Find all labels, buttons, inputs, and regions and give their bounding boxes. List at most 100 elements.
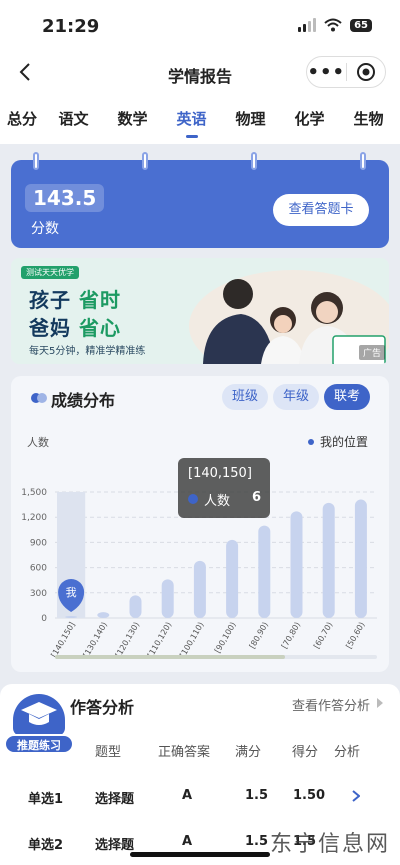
ad-headline-2b: 省心	[78, 316, 121, 340]
bar[interactable]	[65, 616, 78, 618]
bar[interactable]	[354, 499, 367, 618]
binder-ring	[33, 152, 39, 170]
ad-headline-2a: 爸妈	[29, 316, 71, 340]
y-tick-label: 1,500	[21, 488, 47, 498]
chart-tooltip: [140,150] 人数 6	[178, 458, 270, 518]
column-header-score: 得分	[292, 745, 319, 760]
column-header-answer: 正确答案	[158, 745, 211, 760]
tab-chemistry[interactable]: 化学	[280, 96, 339, 144]
row-question-name: 单选1	[28, 792, 64, 807]
view-analysis-link[interactable]: 查看作答分析	[292, 695, 370, 714]
column-header-type: 题型	[95, 745, 122, 760]
x-tick-label: [70,80)	[280, 621, 302, 651]
home-indicator	[130, 852, 270, 857]
tab-biology[interactable]: 生物	[339, 96, 398, 144]
column-header-full-score: 满分	[235, 745, 262, 760]
score-card: 143.5 分数 查看答题卡	[11, 152, 389, 248]
bar[interactable]	[129, 595, 142, 618]
bar[interactable]	[97, 612, 110, 618]
mini-program-capsule: •••	[306, 56, 386, 88]
row-full-score: 1.5	[245, 834, 269, 849]
y-tick-label: 300	[30, 589, 47, 599]
status-icons: 65	[298, 18, 372, 32]
target-icon	[356, 63, 375, 81]
scope-grade-button[interactable]: 年级	[273, 384, 319, 410]
x-tick-label: [80,90)	[248, 621, 270, 651]
ad-headline-2: 爸妈 省心	[29, 312, 121, 341]
row-full-score: 1.5	[245, 788, 269, 803]
bar[interactable]	[258, 525, 271, 618]
row-question-name: 单选2	[28, 838, 64, 853]
binder-ring	[251, 152, 257, 170]
x-tick-label: [140,150]	[49, 621, 76, 660]
row-question-type: 选择题	[95, 792, 135, 807]
tab-chinese[interactable]: 语文	[44, 96, 103, 144]
tooltip-title: [140,150]	[188, 466, 252, 481]
close-button[interactable]	[346, 62, 385, 82]
ad-label: 广告	[358, 345, 385, 360]
practice-label: 推题练习	[4, 734, 74, 754]
row-correct-answer: A	[182, 834, 193, 849]
y-tick-labels: 0 300 600 900 1,200 1,500	[21, 488, 47, 624]
y-axis-label: 人数	[27, 436, 49, 449]
chart-scrollbar-thumb[interactable]	[55, 655, 285, 659]
tab-english[interactable]: 英语	[162, 96, 221, 144]
scope-class-button[interactable]: 班级	[222, 384, 268, 410]
scope-joint-exam-button[interactable]: 联考	[324, 384, 370, 410]
signal-icon	[298, 18, 317, 32]
ad-brand-tag: 测试天天优学	[21, 266, 79, 279]
ad-banner[interactable]: 测试天天优学 孩子 省时 爸妈 省心 每天5分钟，精准学精准练 广告	[11, 258, 389, 364]
status-bar: 21:29 65	[0, 0, 400, 50]
battery-icon: 65	[350, 18, 372, 32]
legend-dot	[308, 439, 314, 445]
score-value: 143.5	[33, 186, 97, 210]
x-tick-label: [90,100)	[213, 621, 238, 655]
chevron-right-icon	[377, 698, 383, 708]
binder-ring	[142, 152, 148, 170]
distribution-title: 成绩分布	[51, 391, 116, 410]
x-tick-label: [60,70)	[312, 621, 334, 651]
x-tick-label: [110,120)	[146, 621, 173, 660]
ad-headline-1b: 省时	[78, 288, 121, 312]
tab-math[interactable]: 数学	[103, 96, 162, 144]
legend-my-position: 我的位置	[320, 434, 368, 449]
y-tick-label: 0	[41, 614, 47, 624]
nav-bar: 学情报告 •••	[0, 50, 400, 96]
score-label: 分数	[31, 221, 59, 237]
bar[interactable]	[161, 579, 174, 618]
practice-float-button[interactable]: 推题练习	[4, 694, 74, 756]
row-question-type: 选择题	[95, 838, 135, 853]
tooltip-series-dot	[188, 494, 198, 504]
binder-ring	[360, 152, 366, 170]
subject-tabs: 总分 语文 数学 英语 物理 化学 生物	[0, 96, 400, 144]
score-distribution-card: 成绩分布 班级 年级 联考 人数 我的位置 [140,150] [130,140)…	[11, 376, 389, 672]
graduation-cap-icon	[21, 702, 57, 725]
ad-headline-1a: 孩子	[29, 288, 71, 312]
ad-headline-1: 孩子 省时	[29, 284, 121, 313]
row-detail-chevron-icon[interactable]	[352, 790, 360, 802]
x-tick-label: [130,140)	[82, 621, 109, 660]
x-tick-labels: [140,150] [130,140) [120,130) [110,120) [100…	[49, 621, 366, 660]
row-score: 1.50	[293, 788, 326, 803]
ad-subtitle: 每天5分钟，精准学精准练	[29, 346, 146, 357]
row-correct-answer: A	[182, 788, 193, 803]
view-answer-card-button[interactable]: 查看答题卡	[273, 194, 369, 226]
bar[interactable]	[322, 502, 335, 618]
x-tick-label: [120,130)	[114, 621, 141, 660]
x-tick-label: [50,60)	[344, 621, 366, 651]
tooltip-series-name: 人数	[204, 494, 231, 509]
more-button[interactable]: •••	[307, 62, 346, 83]
status-time: 21:29	[42, 16, 100, 37]
tooltip-value: 6	[252, 490, 262, 505]
watermark: 东宁信息网	[269, 832, 390, 857]
distribution-icon	[31, 393, 47, 403]
practice-badge-circle	[13, 694, 65, 736]
tab-physics[interactable]: 物理	[221, 96, 280, 144]
bar[interactable]	[226, 539, 239, 618]
wifi-icon	[324, 18, 342, 32]
tab-total[interactable]: 总分	[0, 96, 44, 144]
y-tick-label: 1,200	[21, 513, 47, 523]
my-marker-label: 我	[66, 586, 77, 599]
bar[interactable]	[193, 560, 206, 618]
bar[interactable]	[290, 511, 303, 618]
